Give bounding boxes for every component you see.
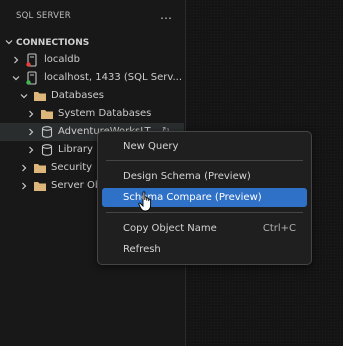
menu-item-refresh[interactable]: Refresh xyxy=(102,240,307,259)
folder-icon xyxy=(34,164,46,173)
tree-item-localdb[interactable]: localdb xyxy=(0,51,184,69)
server-icon xyxy=(26,53,37,67)
menu-item-new-query[interactable]: New Query xyxy=(102,137,307,156)
menu-separator xyxy=(106,160,303,161)
chevron-down-icon xyxy=(5,40,13,45)
chevron-right-icon xyxy=(29,128,34,136)
localdb-label: localdb xyxy=(44,54,80,65)
refresh-label: Refresh xyxy=(123,244,161,255)
chevron-down-icon xyxy=(20,94,28,99)
server-connected-icon xyxy=(26,71,37,85)
more-actions-icon[interactable]: … xyxy=(160,8,172,22)
chevron-right-icon xyxy=(29,110,34,118)
panel-header: SQL SERVER … xyxy=(0,8,184,28)
panel-title: SQL SERVER xyxy=(16,11,71,21)
chevron-right-icon xyxy=(22,182,27,190)
security-label: Security xyxy=(51,162,93,173)
database-icon xyxy=(41,144,53,156)
copy-object-name-label: Copy Object Name xyxy=(123,223,217,234)
databases-label: Databases xyxy=(51,90,104,101)
context-menu: New Query Design Schema (Preview) Schema… xyxy=(97,131,312,265)
chevron-right-icon xyxy=(29,146,34,154)
menu-item-design-schema[interactable]: Design Schema (Preview) xyxy=(102,167,307,186)
chevron-right-icon xyxy=(22,164,27,172)
menu-item-schema-compare[interactable]: Schema Compare (Preview) xyxy=(102,188,307,207)
tree-item-system-databases[interactable]: System Databases xyxy=(0,105,184,123)
connections-section-header[interactable]: CONNECTIONS xyxy=(0,33,184,51)
menu-item-copy-object-name[interactable]: Copy Object Name Ctrl+C xyxy=(102,219,307,238)
hand-cursor-icon xyxy=(138,191,152,212)
design-schema-label: Design Schema (Preview) xyxy=(123,171,251,182)
database-icon xyxy=(41,126,53,138)
system-databases-label: System Databases xyxy=(58,108,152,119)
tree-item-databases[interactable]: Databases xyxy=(0,87,184,105)
localhost-label: localhost, 1433 (SQL Serv... xyxy=(44,72,183,83)
folder-icon xyxy=(34,182,46,191)
chevron-right-icon xyxy=(14,56,19,64)
menu-separator xyxy=(106,212,303,213)
connections-label: CONNECTIONS xyxy=(16,38,90,48)
new-query-label: New Query xyxy=(123,141,179,152)
folder-icon xyxy=(34,92,46,101)
chevron-down-icon xyxy=(12,76,20,81)
tree-item-localhost[interactable]: localhost, 1433 (SQL Serv... xyxy=(0,69,184,87)
folder-icon xyxy=(41,110,53,119)
library-label: Library xyxy=(58,144,93,155)
copy-shortcut-label: Ctrl+C xyxy=(262,223,296,234)
